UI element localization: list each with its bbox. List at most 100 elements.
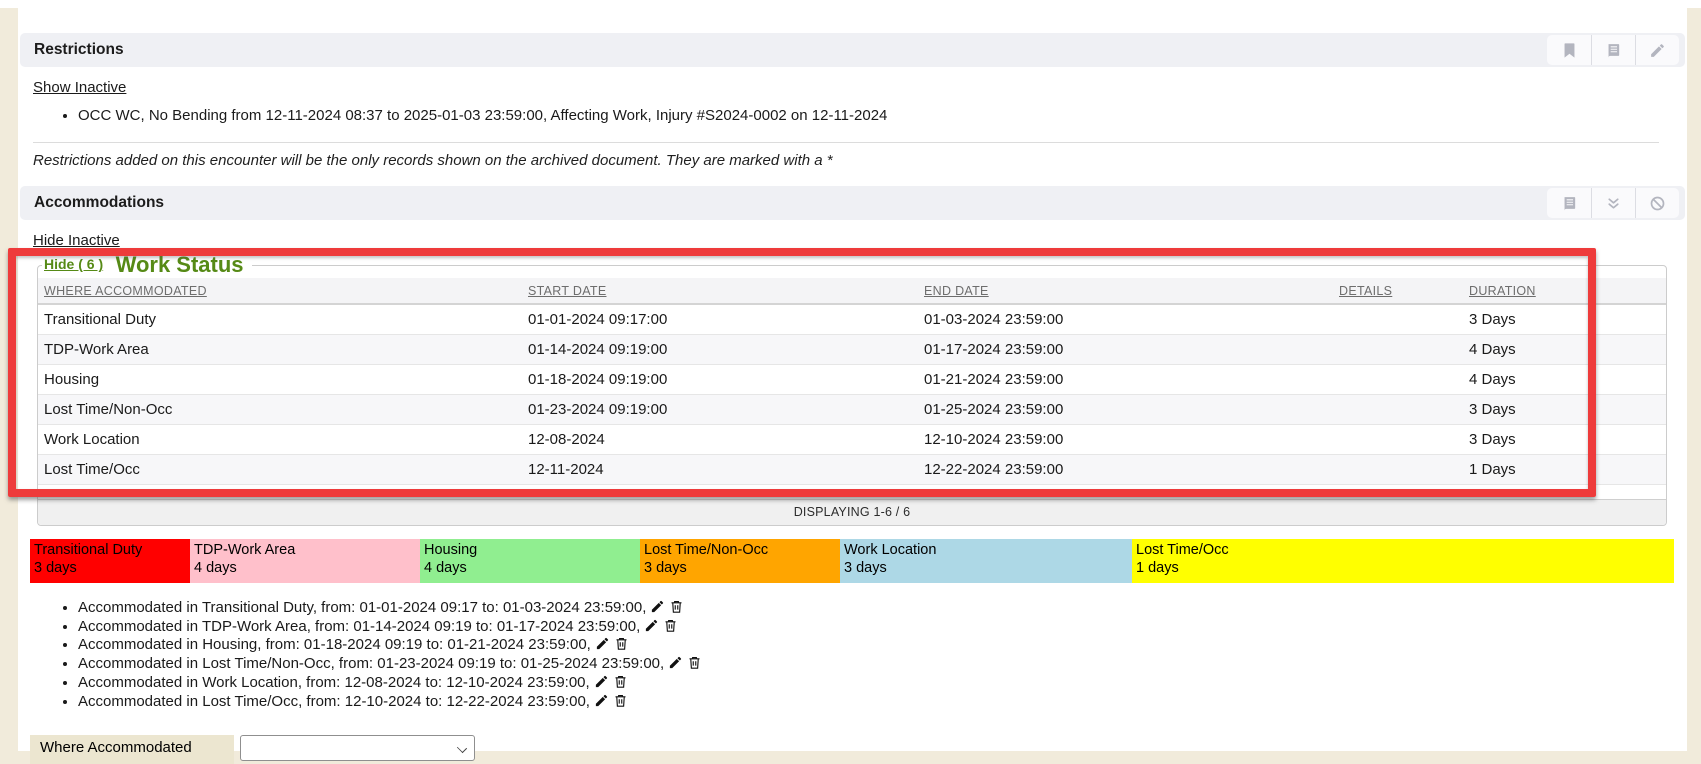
col-header-start-date[interactable]: START DATE [522, 278, 918, 304]
table-row: Transitional Duty 01-01-2024 09:17:00 01… [38, 304, 1666, 335]
chevron-down-icon [457, 743, 467, 753]
cell-details [1333, 304, 1463, 335]
table-row: Lost Time/Occ 12-11-2024 12-22-2024 23:5… [38, 455, 1666, 485]
book-icon[interactable] [1591, 35, 1635, 65]
content-panel: Restrictions Show Inactive OCC WC, No Be… [18, 8, 1687, 751]
cell-start: 01-14-2024 09:19:00 [522, 335, 918, 365]
work-status-section: Hide ( 6 ) Work Status WHERE ACCOMMODATE… [37, 252, 1667, 526]
accommodations-header-bar: Accommodations [20, 186, 1685, 220]
cell-end: 01-03-2024 23:59:00 [918, 304, 1333, 335]
edit-pencil-icon[interactable] [594, 674, 609, 689]
divider-line [33, 142, 1659, 143]
cell-start: 12-08-2024 [522, 425, 918, 455]
timeline-segment: Lost Time/Occ 1 days [1132, 539, 1674, 583]
cell-details [1333, 455, 1463, 485]
cell-where: Work Location [38, 425, 522, 455]
cell-where: Lost Time/Occ [38, 455, 522, 485]
cell-details [1333, 365, 1463, 395]
cell-where: Transitional Duty [38, 304, 522, 335]
cell-start: 12-11-2024 [522, 455, 918, 485]
ban-icon[interactable] [1635, 188, 1679, 218]
entry-text: Accommodated in Lost Time/Occ, from: 12-… [78, 693, 590, 710]
entry-text: Accommodated in Lost Time/Non-Occ, from:… [78, 655, 664, 672]
entry-text: Accommodated in Transitional Duty, from:… [78, 599, 646, 616]
col-header-details[interactable]: DETAILS [1333, 278, 1463, 304]
list-item: Accommodated in Lost Time/Non-Occ, from:… [78, 655, 1687, 674]
restrictions-header-bar: Restrictions [20, 33, 1685, 67]
collapse-chevrons-icon[interactable] [1591, 188, 1635, 218]
timeline-segment: Transitional Duty 3 days [30, 539, 190, 583]
table-row: Lost Time/Non-Occ 01-23-2024 09:19:00 01… [38, 395, 1666, 425]
add-accommodation-form: Where Accommodated [30, 735, 1687, 764]
edit-pencil-icon[interactable] [650, 599, 665, 614]
cell-details [1333, 395, 1463, 425]
where-accommodated-select[interactable] [240, 735, 475, 761]
cell-duration: 4 Days [1463, 365, 1666, 395]
list-item: Accommodated in TDP-Work Area, from: 01-… [78, 618, 1687, 637]
entry-text: Accommodated in TDP-Work Area, from: 01-… [78, 618, 640, 635]
restrictions-title: Restrictions [34, 41, 124, 59]
trash-icon[interactable] [613, 693, 628, 708]
timeline-segment: TDP-Work Area 4 days [190, 539, 420, 583]
cell-end: 01-21-2024 23:59:00 [918, 365, 1333, 395]
cell-duration: 3 Days [1463, 304, 1666, 335]
work-status-legend: Hide ( 6 ) Work Status [42, 252, 252, 278]
trash-icon[interactable] [687, 655, 702, 670]
list-item: Accommodated in Work Location, from: 12-… [78, 674, 1687, 693]
trash-icon[interactable] [663, 618, 678, 633]
cell-start: 01-01-2024 09:17:00 [522, 304, 918, 335]
timeline-segment: Housing 4 days [420, 539, 640, 583]
col-header-where-accommodated[interactable]: WHERE ACCOMMODATED [38, 278, 522, 304]
trash-icon[interactable] [613, 674, 628, 689]
list-item: Accommodated in Housing, from: 01-18-202… [78, 636, 1687, 655]
timeline-segment: Work Location 3 days [840, 539, 1132, 583]
cell-duration: 1 Days [1463, 455, 1666, 485]
trash-icon[interactable] [614, 636, 629, 651]
hide-inactive-link[interactable]: Hide Inactive [33, 232, 120, 249]
where-accommodated-label: Where Accommodated [30, 735, 234, 764]
cell-duration: 3 Days [1463, 425, 1666, 455]
list-item: Accommodated in Lost Time/Occ, from: 12-… [78, 693, 1687, 712]
col-header-end-date[interactable]: END DATE [918, 278, 1333, 304]
table-row: Work Location 12-08-2024 12-10-2024 23:5… [38, 425, 1666, 455]
cell-end: 12-22-2024 23:59:00 [918, 455, 1333, 485]
list-item: Accommodated in Transitional Duty, from:… [78, 599, 1687, 618]
restriction-item: OCC WC, No Bending from 12-11-2024 08:37… [78, 107, 1687, 125]
cell-end: 01-25-2024 23:59:00 [918, 395, 1333, 425]
cell-details [1333, 425, 1463, 455]
paging-status: DISPLAYING 1-6 / 6 [38, 499, 1666, 525]
cell-where: Lost Time/Non-Occ [38, 395, 522, 425]
cell-duration: 3 Days [1463, 395, 1666, 425]
bookmark-icon[interactable] [1547, 35, 1591, 65]
work-status-title: Work Status [116, 252, 244, 277]
edit-pencil-icon[interactable] [594, 693, 609, 708]
pencil-icon[interactable] [1635, 35, 1679, 65]
entry-text: Accommodated in Work Location, from: 12-… [78, 674, 590, 691]
cell-where: TDP-Work Area [38, 335, 522, 365]
restriction-list: OCC WC, No Bending from 12-11-2024 08:37… [18, 107, 1687, 125]
accommodations-title: Accommodations [34, 194, 164, 212]
cell-start: 01-23-2024 09:19:00 [522, 395, 918, 425]
work-status-table: WHERE ACCOMMODATED START DATE END DATE D… [38, 278, 1666, 485]
trash-icon[interactable] [669, 599, 684, 614]
entry-text: Accommodated in Housing, from: 01-18-202… [78, 636, 591, 653]
cell-details [1333, 335, 1463, 365]
edit-pencil-icon[interactable] [595, 636, 610, 651]
edit-pencil-icon[interactable] [668, 655, 683, 670]
show-inactive-link[interactable]: Show Inactive [33, 79, 126, 96]
page-top-strip [0, 0, 1701, 8]
col-header-duration[interactable]: DURATION [1463, 278, 1666, 304]
edit-pencil-icon[interactable] [644, 618, 659, 633]
cell-start: 01-18-2024 09:19:00 [522, 365, 918, 395]
table-row: Housing 01-18-2024 09:19:00 01-21-2024 2… [38, 365, 1666, 395]
cell-end: 01-17-2024 23:59:00 [918, 335, 1333, 365]
hide-count-link[interactable]: Hide ( 6 ) [44, 256, 103, 272]
cell-end: 12-10-2024 23:59:00 [918, 425, 1333, 455]
timeline-segment: Lost Time/Non-Occ 3 days [640, 539, 840, 583]
accommodation-timeline: Transitional Duty 3 days TDP-Work Area 4… [30, 539, 1687, 583]
cell-duration: 4 Days [1463, 335, 1666, 365]
table-row: TDP-Work Area 01-14-2024 09:19:00 01-17-… [38, 335, 1666, 365]
restrictions-note: Restrictions added on this encounter wil… [33, 152, 1687, 169]
cell-where: Housing [38, 365, 522, 395]
book-icon[interactable] [1547, 188, 1591, 218]
